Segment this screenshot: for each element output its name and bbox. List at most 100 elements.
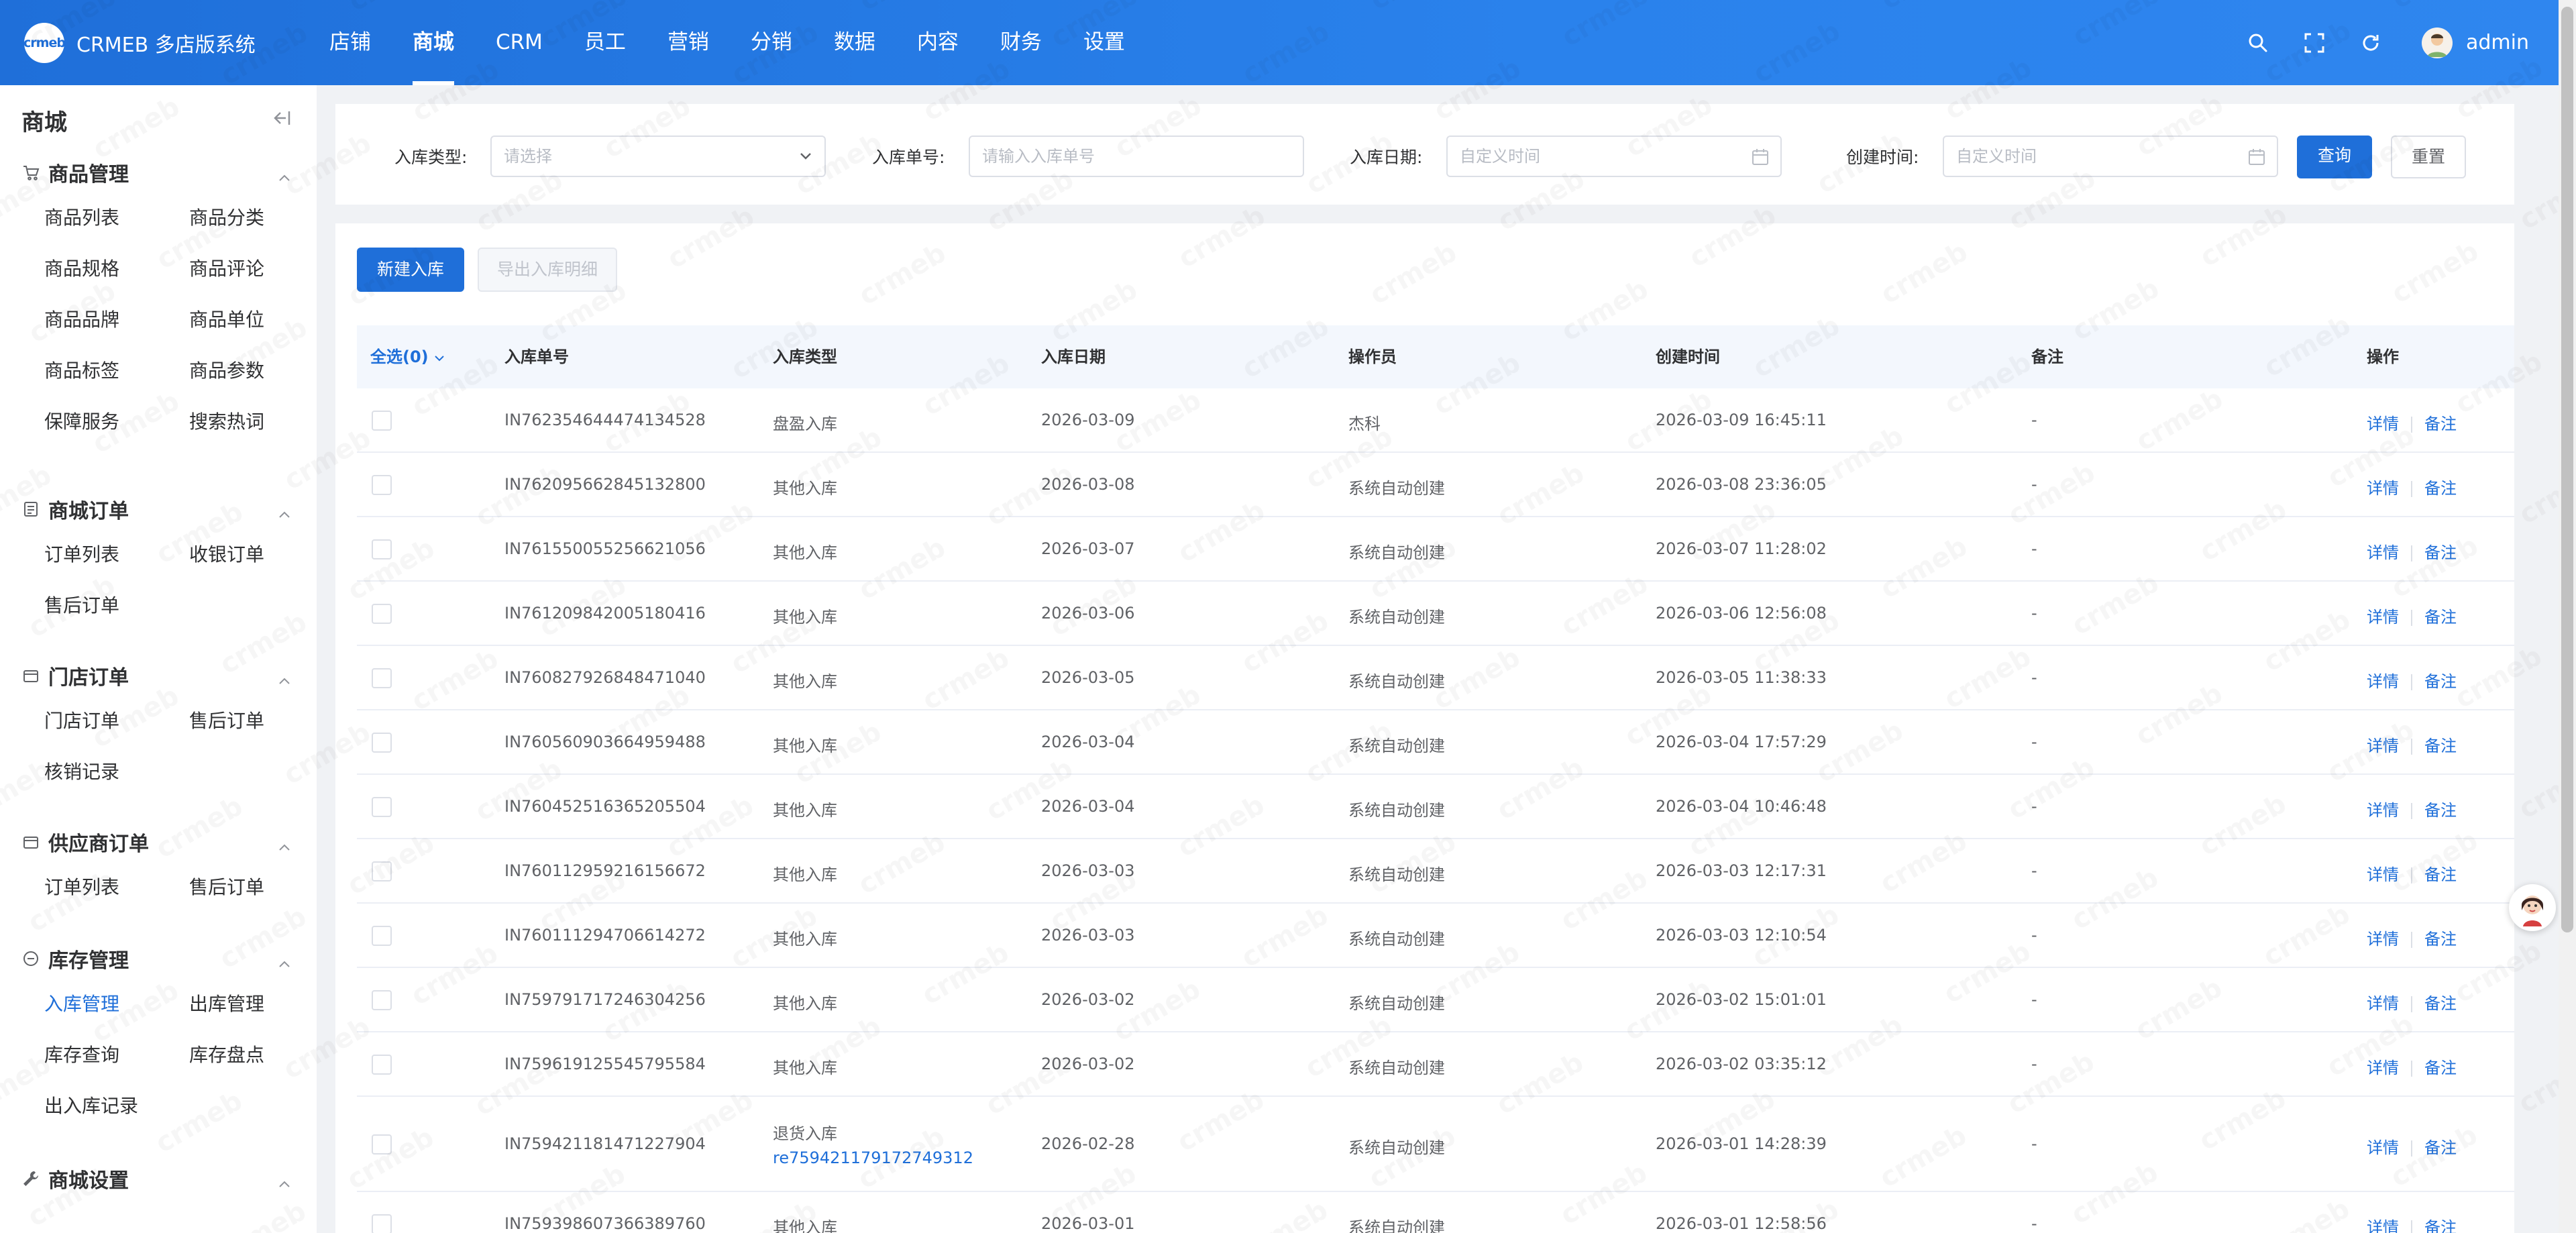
chevron-up-icon[interactable]: [278, 959, 291, 969]
sidebar-item[interactable]: 商品评论: [189, 244, 334, 294]
detail-link[interactable]: 详情: [2367, 930, 2399, 949]
sidebar-group-header[interactable]: 门店订单: [0, 655, 317, 696]
return-order-link[interactable]: re759421179172749312: [773, 1148, 973, 1167]
sidebar-item[interactable]: 核销记录: [44, 747, 189, 798]
sidebar-item[interactable]: 售后订单: [189, 862, 334, 913]
sidebar-item[interactable]: 商品参数: [189, 345, 334, 396]
detail-link[interactable]: 详情: [2367, 801, 2399, 820]
note-link[interactable]: 备注: [2424, 865, 2457, 884]
sidebar-item[interactable]: 收银订单: [189, 529, 334, 580]
fullscreen-icon[interactable]: [2301, 30, 2328, 56]
note-link[interactable]: 备注: [2424, 1138, 2457, 1157]
top-nav-item[interactable]: 内容: [896, 0, 979, 85]
row-checkbox[interactable]: [372, 539, 392, 559]
detail-link[interactable]: 详情: [2367, 543, 2399, 562]
top-nav-item[interactable]: 数据: [813, 0, 896, 85]
top-nav-item[interactable]: 营销: [647, 0, 730, 85]
page-scrollbar[interactable]: [2559, 0, 2576, 1233]
sidebar-item[interactable]: 商品标签: [44, 345, 189, 396]
top-nav-item[interactable]: 店铺: [309, 0, 392, 85]
type-select[interactable]: 请选择: [490, 136, 826, 177]
row-checkbox[interactable]: [372, 733, 392, 753]
top-nav-item[interactable]: CRM: [475, 0, 564, 85]
sidebar-group-header[interactable]: 商城设置: [0, 1159, 317, 1199]
sidebar-item[interactable]: 商品品牌: [44, 294, 189, 345]
note-link[interactable]: 备注: [2424, 801, 2457, 820]
sidebar-item[interactable]: 售后订单: [44, 580, 189, 631]
no-input[interactable]: 请输入入库单号: [969, 136, 1304, 177]
note-link[interactable]: 备注: [2424, 543, 2457, 562]
user-name[interactable]: admin: [2466, 31, 2529, 54]
date-picker[interactable]: 自定义时间: [1446, 136, 1782, 177]
detail-link[interactable]: 详情: [2367, 415, 2399, 433]
row-checkbox[interactable]: [372, 990, 392, 1010]
chevron-up-icon[interactable]: [278, 173, 291, 182]
sidebar-group-header[interactable]: 库存管理: [0, 939, 317, 979]
note-link[interactable]: 备注: [2424, 1059, 2457, 1077]
sidebar-item[interactable]: 商品分类: [189, 193, 334, 244]
row-checkbox[interactable]: [372, 475, 392, 495]
top-nav-item[interactable]: 员工: [564, 0, 647, 85]
note-link[interactable]: 备注: [2424, 1218, 2457, 1233]
note-link[interactable]: 备注: [2424, 672, 2457, 691]
created-picker[interactable]: 自定义时间: [1943, 136, 2278, 177]
detail-link[interactable]: 详情: [2367, 737, 2399, 755]
detail-link[interactable]: 详情: [2367, 608, 2399, 627]
sidebar-item[interactable]: 出库管理: [189, 979, 334, 1030]
sidebar-group-header[interactable]: 商品管理: [0, 152, 317, 193]
top-nav-item[interactable]: 财务: [979, 0, 1063, 85]
chevron-up-icon[interactable]: [278, 1179, 291, 1189]
top-nav-item[interactable]: 分销: [730, 0, 813, 85]
sidebar-group-header[interactable]: 商城订单: [0, 489, 317, 529]
detail-link[interactable]: 详情: [2367, 994, 2399, 1013]
row-checkbox[interactable]: [372, 411, 392, 431]
scrollbar-thumb[interactable]: [2561, 7, 2573, 932]
note-link[interactable]: 备注: [2424, 415, 2457, 433]
sidebar-item[interactable]: 售后订单: [189, 696, 334, 747]
chevron-up-icon[interactable]: [278, 843, 291, 852]
sidebar-item[interactable]: 搜索热词: [189, 396, 334, 447]
logo[interactable]: crmeb CRMEB 多店版系统: [23, 23, 256, 63]
sidebar-item[interactable]: 商品规格: [44, 244, 189, 294]
sidebar-item[interactable]: 入库管理: [44, 979, 189, 1030]
sidebar-item[interactable]: 订单列表: [44, 529, 189, 580]
new-inbound-button[interactable]: 新建入库: [357, 248, 464, 292]
sidebar-item[interactable]: 商品列表: [44, 193, 189, 244]
note-link[interactable]: 备注: [2424, 930, 2457, 949]
query-button[interactable]: 查询: [2297, 136, 2372, 178]
customer-service-icon[interactable]: [2509, 884, 2556, 931]
row-checkbox[interactable]: [372, 1214, 392, 1233]
top-nav-item[interactable]: 商城: [392, 0, 475, 85]
sidebar-item[interactable]: 保障服务: [44, 396, 189, 447]
detail-link[interactable]: 详情: [2367, 865, 2399, 884]
row-checkbox[interactable]: [372, 861, 392, 881]
note-link[interactable]: 备注: [2424, 479, 2457, 498]
sidebar-item[interactable]: 商品单位: [189, 294, 334, 345]
row-checkbox[interactable]: [372, 604, 392, 624]
chevron-up-icon[interactable]: [278, 676, 291, 686]
note-link[interactable]: 备注: [2424, 994, 2457, 1013]
detail-link[interactable]: 详情: [2367, 672, 2399, 691]
sidebar-group-header[interactable]: 供应商订单: [0, 822, 317, 862]
detail-link[interactable]: 详情: [2367, 479, 2399, 498]
sidebar-item[interactable]: 库存盘点: [189, 1030, 334, 1081]
row-checkbox[interactable]: [372, 926, 392, 946]
select-all-dropdown[interactable]: 全选(0): [370, 325, 445, 388]
detail-link[interactable]: 详情: [2367, 1218, 2399, 1233]
row-checkbox[interactable]: [372, 1134, 392, 1155]
detail-link[interactable]: 详情: [2367, 1059, 2399, 1077]
collapse-sidebar-icon[interactable]: [271, 109, 291, 129]
refresh-icon[interactable]: [2357, 30, 2384, 56]
export-inbound-button[interactable]: 导出入库明细: [478, 248, 617, 292]
sidebar-item[interactable]: 库存查询: [44, 1030, 189, 1081]
top-nav-item[interactable]: 设置: [1063, 0, 1146, 85]
sidebar-item[interactable]: 订单列表: [44, 862, 189, 913]
avatar[interactable]: [2422, 27, 2453, 58]
search-icon[interactable]: [2245, 30, 2271, 56]
chevron-up-icon[interactable]: [278, 510, 291, 519]
sidebar-item[interactable]: 门店订单: [44, 696, 189, 747]
detail-link[interactable]: 详情: [2367, 1138, 2399, 1157]
row-checkbox[interactable]: [372, 668, 392, 688]
reset-button[interactable]: 重置: [2391, 136, 2466, 178]
row-checkbox[interactable]: [372, 797, 392, 817]
